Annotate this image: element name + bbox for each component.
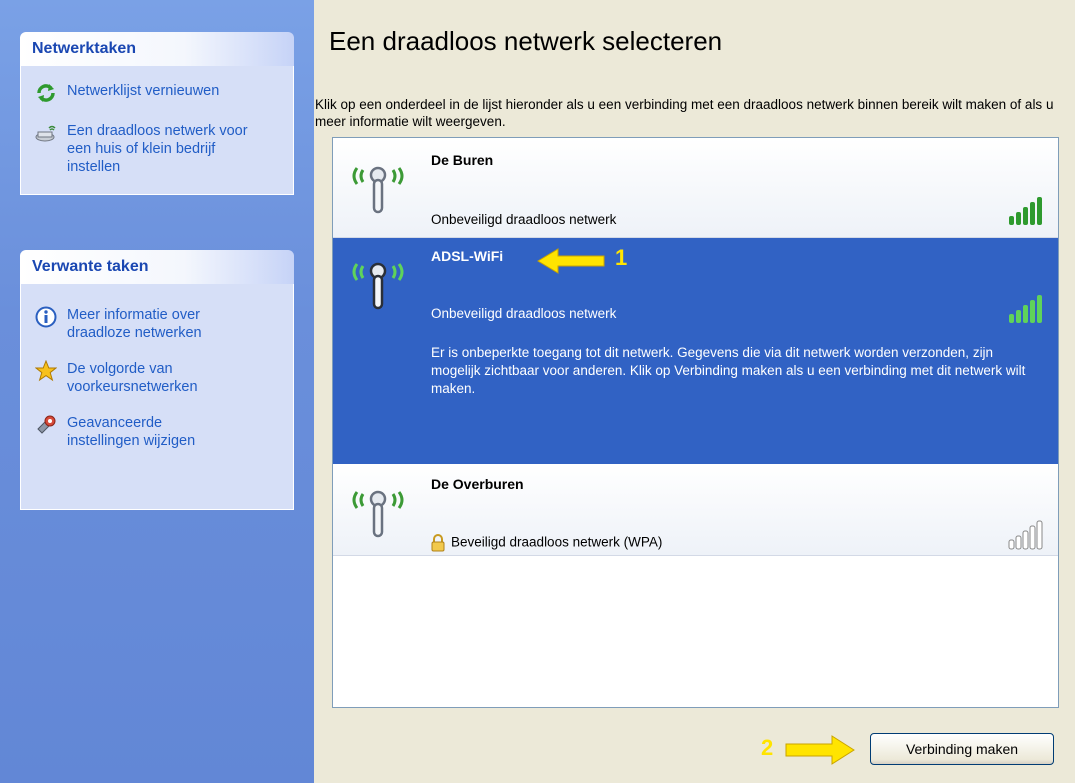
task-advanced-settings[interactable]: Geavanceerde instellingen wijzigen bbox=[31, 414, 283, 450]
wireless-antenna-icon bbox=[352, 166, 404, 214]
wireless-antenna-icon bbox=[352, 262, 404, 310]
task-label: Meer informatie over draadloze netwerken bbox=[67, 307, 202, 341]
network-security-status: Beveiligd draadloos netwerk (WPA) bbox=[431, 534, 662, 552]
page-title: Een draadloos netwerk selecteren bbox=[329, 26, 723, 56]
related-tasks-box: Verwante taken Meer informatie over draa… bbox=[20, 250, 294, 510]
network-security-label: Beveiligd draadloos netwerk (WPA) bbox=[451, 534, 663, 550]
task-pane: Netwerktaken Netwerklijst vernieuwen Een… bbox=[0, 0, 314, 783]
task-label: Geavanceerde instellingen wijzigen bbox=[67, 415, 196, 449]
network-tasks-body: Netwerklijst vernieuwen Een draadloos ne… bbox=[20, 66, 294, 195]
network-item[interactable]: De Overburen Beveiligd draadloos netwerk… bbox=[333, 464, 1058, 556]
refresh-icon bbox=[31, 82, 61, 104]
star-icon bbox=[31, 360, 61, 382]
network-item[interactable]: De Buren Onbeveiligd draadloos netwerk bbox=[333, 138, 1058, 238]
settings-icon bbox=[31, 414, 61, 436]
signal-strength-icon bbox=[1009, 295, 1042, 323]
annotation-number: 1 bbox=[615, 245, 628, 270]
signal-strength-icon bbox=[1009, 197, 1042, 225]
network-item-selected[interactable]: ADSL-WiFi Onbeveiligd draadloos netwerk … bbox=[333, 238, 1058, 464]
task-more-info[interactable]: Meer informatie over draadloze netwerken bbox=[31, 306, 283, 342]
task-label: Een draadloos netwerk voor een huis of k… bbox=[67, 123, 248, 175]
info-icon bbox=[31, 306, 61, 328]
wireless-antenna-icon bbox=[352, 490, 404, 538]
network-info-text: Er is onbeperkte toegang tot dit netwerk… bbox=[431, 345, 1026, 396]
network-security-status: Onbeveiligd draadloos netwerk bbox=[431, 212, 617, 227]
task-label: De volgorde van voorkeursnetwerken bbox=[67, 361, 198, 395]
task-preferred-networks-order[interactable]: De volgorde van voorkeursnetwerken bbox=[31, 360, 283, 396]
related-tasks-body: Meer informatie over draadloze netwerken… bbox=[20, 284, 294, 510]
signal-strength-icon bbox=[1008, 520, 1043, 550]
task-label: Netwerklijst vernieuwen bbox=[67, 83, 220, 99]
network-tasks-header[interactable]: Netwerktaken bbox=[20, 32, 294, 66]
related-tasks-header[interactable]: Verwante taken bbox=[20, 250, 294, 284]
main-panel: Een draadloos netwerk selecteren Klik op… bbox=[314, 0, 1075, 783]
page-description: Klik op een onderdeel in de lijst hieron… bbox=[315, 97, 1054, 129]
task-refresh-network-list[interactable]: Netwerklijst vernieuwen bbox=[31, 82, 283, 104]
annotation-number: 2 bbox=[761, 735, 774, 760]
annotation-arrow-left-icon bbox=[537, 248, 605, 274]
network-list[interactable]: De Buren Onbeveiligd draadloos netwerk A… bbox=[332, 137, 1059, 708]
network-name: De Buren bbox=[431, 152, 494, 168]
task-setup-wireless-network[interactable]: Een draadloos netwerk voor een huis of k… bbox=[31, 122, 283, 176]
network-tasks-box: Netwerktaken Netwerklijst vernieuwen Een… bbox=[20, 32, 294, 195]
connect-button[interactable]: Verbinding maken bbox=[870, 733, 1054, 765]
wireless-setup-icon bbox=[31, 122, 61, 144]
lock-icon bbox=[431, 534, 445, 552]
network-security-status: Onbeveiligd draadloos netwerk bbox=[431, 306, 617, 321]
network-name: ADSL-WiFi bbox=[431, 248, 504, 264]
annotation-arrow-right-icon bbox=[785, 735, 855, 765]
network-name: De Overburen bbox=[431, 476, 524, 492]
